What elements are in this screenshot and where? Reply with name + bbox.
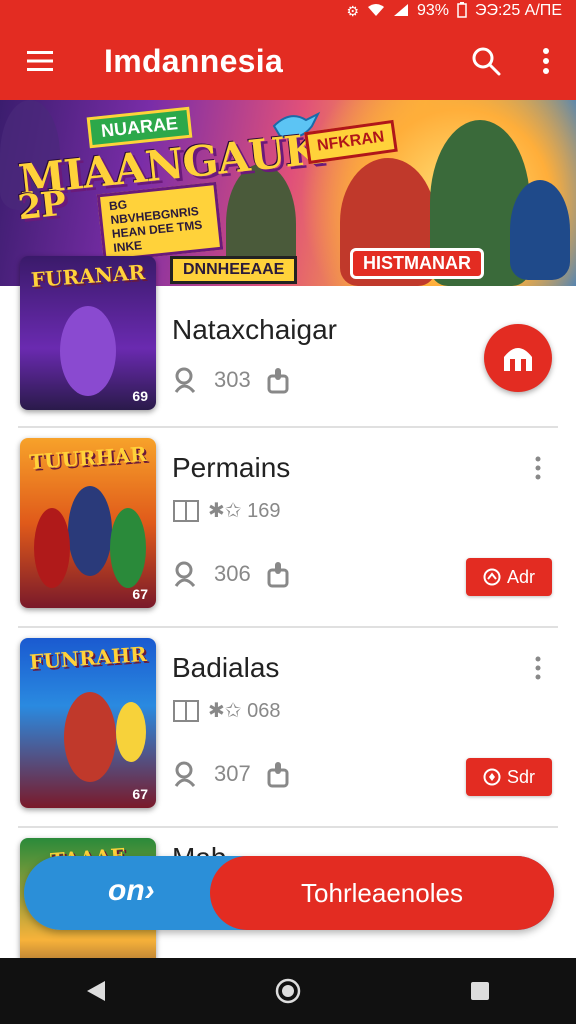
thumbnail-badge: 67 (132, 786, 148, 802)
banner-tag-red: HISTMANAR (350, 248, 484, 279)
shield-icon (483, 768, 501, 786)
player-count: 306 (214, 561, 251, 586)
item-more-button[interactable] (526, 448, 550, 488)
thumbnail-title: TUURHAR (28, 441, 148, 475)
status-bar: ⚙ 93% ЭЭ:25 A/ΠE (0, 0, 576, 22)
item-title: Nataxchaigar (172, 314, 337, 345)
wifi-icon (367, 3, 385, 19)
game-thumbnail: FURANAR 69 (20, 256, 156, 410)
banner-subtitle: BG NBVHEBGNRIS HEAN DEE TMS INKE (96, 181, 224, 263)
item-title: Badialas (172, 652, 280, 683)
item-meta-text: ✱✩ 068 (208, 700, 281, 722)
back-triangle-icon (87, 981, 105, 1001)
list-item[interactable]: FURANAR 69 Nataxchaigar 303 (0, 256, 576, 426)
book-icon (173, 499, 199, 522)
item-meta: ✱✩ 068 (172, 698, 280, 723)
like-icon (267, 368, 289, 394)
thumbnail-title: FUNRAHR (28, 641, 148, 675)
overflow-menu-button[interactable] (516, 22, 576, 100)
players-icon (174, 367, 196, 394)
item-stats: 306 (172, 560, 291, 588)
item-meta: ✱✩ 169 (172, 498, 280, 523)
home-circle-icon (275, 978, 301, 1004)
next-button[interactable]: on› (108, 874, 155, 908)
add-circle-icon (483, 568, 501, 586)
battery-icon (457, 2, 467, 20)
primary-action-button[interactable]: Tohrleaenoles (210, 856, 554, 930)
more-vertical-icon (535, 656, 541, 680)
player-count: 307 (214, 761, 251, 786)
clock: ЭЭ:25 A/ΠE (474, 2, 562, 19)
nav-back-button[interactable] (56, 958, 136, 1024)
menu-icon (27, 51, 53, 71)
system-nav-bar (0, 958, 576, 1024)
helmet-icon (504, 348, 532, 371)
thumbnail-figure (116, 702, 146, 762)
thumbnail-badge: 69 (132, 388, 148, 404)
search-icon (472, 47, 501, 76)
item-stats: 303 (172, 366, 291, 394)
player-count: 303 (214, 367, 251, 392)
game-thumbnail: TUURHAR 67 (20, 438, 156, 608)
item-more-button[interactable] (526, 648, 550, 688)
menu-button[interactable] (0, 22, 80, 100)
list-item[interactable]: TUURHAR 67 Permains ✱✩ 169 306 Adr (0, 426, 576, 626)
banner-character-4 (510, 180, 570, 280)
search-button[interactable] (456, 22, 516, 100)
app-bar: Imdannesia (0, 22, 576, 100)
nav-home-button[interactable] (248, 958, 328, 1024)
banner-headline-sub: 2P (16, 183, 68, 229)
item-title: Permains (172, 452, 291, 483)
add-button-label: Adr (506, 566, 535, 587)
list-item[interactable]: FUNRAHR 67 Badialas ✱✩ 068 307 Sdr (0, 626, 576, 826)
settings-status-icon: ⚙ (346, 3, 359, 19)
add-button[interactable]: Adr (466, 558, 552, 596)
thumbnail-badge: 67 (132, 586, 148, 602)
thumbnail-figure (64, 692, 116, 782)
thumbnail-figure (110, 508, 146, 588)
start-button[interactable]: Sdr (466, 758, 552, 796)
launch-button[interactable] (484, 324, 552, 392)
players-icon (174, 561, 196, 588)
like-icon (267, 562, 289, 588)
recent-square-icon (471, 982, 489, 1000)
app-title: Imdannesia (104, 42, 284, 79)
thumbnail-figure (60, 306, 116, 396)
like-icon (267, 762, 289, 788)
thumbnail-title: FURANAR (30, 260, 146, 292)
battery-percent: 93% (416, 2, 449, 19)
more-vertical-icon (535, 456, 541, 480)
app-screen: ⚙ 93% ЭЭ:25 A/ΠE Imdannesia NUARAE MIAAN… (0, 0, 576, 1024)
thumbnail-figure (34, 508, 70, 588)
nav-recent-button[interactable] (440, 958, 520, 1024)
start-button-label: Sdr (506, 766, 535, 787)
book-icon (173, 699, 199, 722)
item-stats: 307 (172, 760, 291, 788)
banner-tag-bottom: DNNHEEAAE (170, 256, 298, 284)
floating-action-bar: on› Tohrleaenoles (24, 856, 554, 930)
item-meta-text: ✱✩ 169 (208, 500, 281, 522)
thumbnail-figure (68, 486, 112, 576)
game-thumbnail: FUNRAHR 67 (20, 638, 156, 808)
signal-icon (393, 3, 409, 19)
more-vertical-icon (543, 48, 549, 74)
players-icon (174, 761, 196, 788)
